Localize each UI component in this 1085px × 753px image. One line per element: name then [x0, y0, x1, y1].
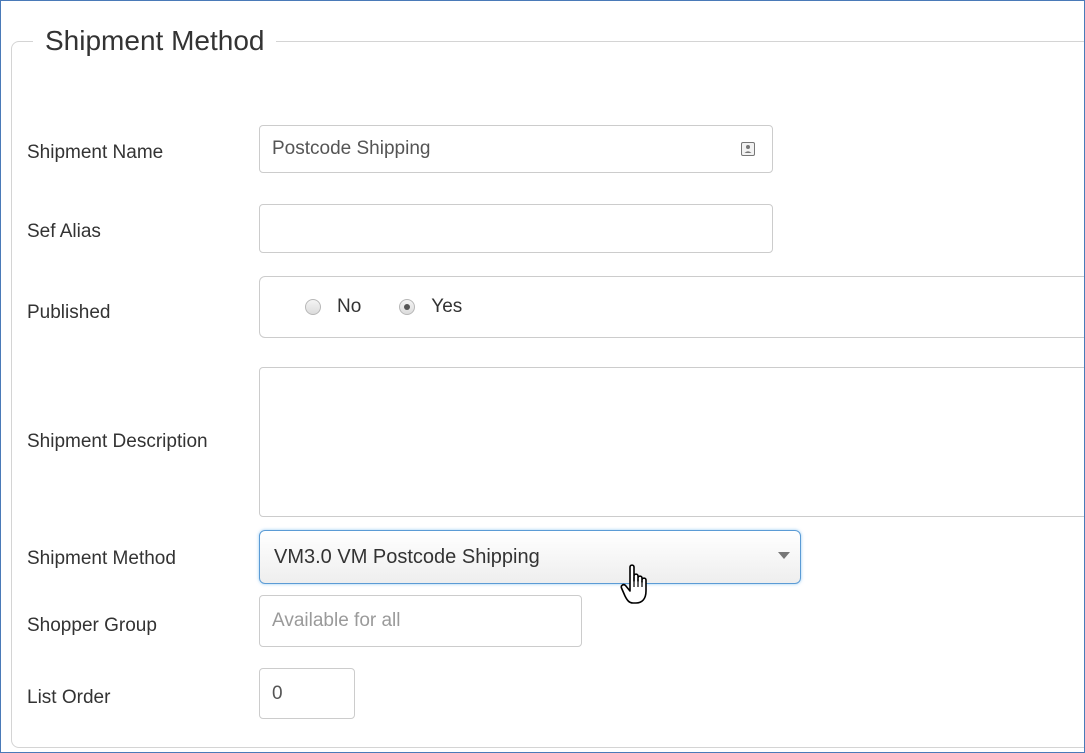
sef-alias-input[interactable]	[259, 204, 773, 253]
radio-no-label: No	[337, 296, 362, 317]
hand-pointer-icon	[620, 564, 647, 604]
sef-alias-label: Sef Alias	[27, 221, 101, 242]
shipment-name-input[interactable]: Postcode Shipping	[259, 125, 773, 173]
shopper-group-input[interactable]: Available for all	[259, 595, 582, 647]
list-order-label: List Order	[27, 687, 111, 708]
list-order-value: 0	[272, 682, 283, 704]
shipment-name-label: Shipment Name	[27, 142, 164, 163]
shipment-description-label: Shipment Description	[27, 431, 208, 452]
shipment-method-selected: VM3.0 VM Postcode Shipping	[274, 545, 540, 568]
shopper-group-placeholder: Available for all	[272, 610, 401, 631]
shipment-method-select[interactable]: VM3.0 VM Postcode Shipping	[259, 530, 801, 584]
published-option-yes[interactable]: Yes	[399, 296, 462, 318]
fieldset-legend: Shipment Method	[33, 17, 277, 65]
shipment-name-value: Postcode Shipping	[272, 138, 431, 159]
chevron-down-icon[interactable]	[778, 552, 790, 559]
published-label: Published	[27, 302, 111, 323]
shopper-group-label: Shopper Group	[27, 615, 157, 636]
published-radio-group: No Yes	[259, 276, 1084, 338]
shipment-description-textarea[interactable]	[259, 367, 1084, 517]
shipment-method-label: Shipment Method	[27, 548, 176, 569]
contact-card-icon[interactable]	[740, 141, 756, 157]
radio-yes[interactable]	[399, 299, 416, 315]
list-order-input[interactable]: 0	[259, 668, 355, 719]
published-option-no[interactable]: No	[305, 296, 361, 318]
page-frame: Shipment Method Shipment Name Postcode S…	[0, 0, 1085, 753]
radio-yes-label: Yes	[431, 296, 463, 317]
radio-no[interactable]	[305, 299, 321, 315]
